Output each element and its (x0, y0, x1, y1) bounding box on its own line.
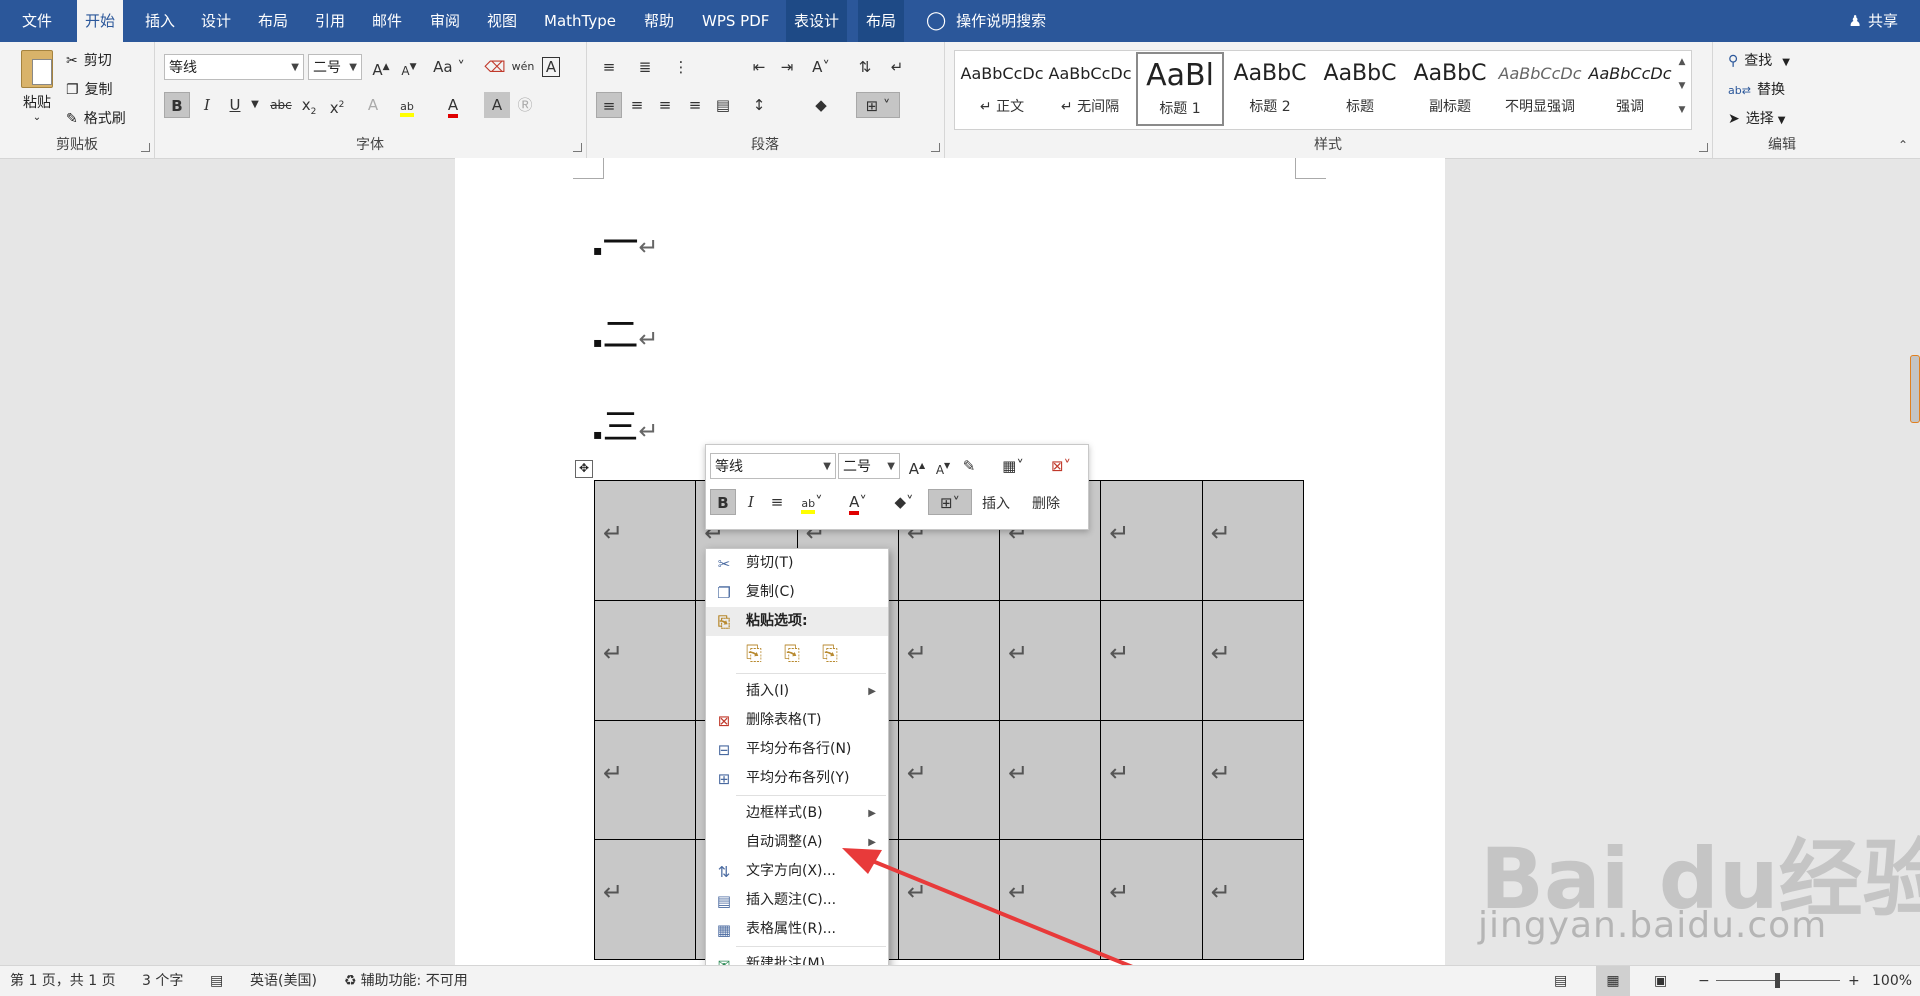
page-count[interactable]: 第 1 页，共 1 页 (10, 966, 116, 996)
language[interactable]: 英语(美国) (250, 966, 317, 996)
web-layout-icon[interactable]: ▣ (1654, 966, 1667, 996)
word-count[interactable]: 3 个字 (142, 966, 183, 996)
zoom-out-icon[interactable]: − (1698, 966, 1710, 996)
accessibility-status[interactable]: ♻ 辅助功能: 不可用 (344, 966, 468, 996)
status-bar: 第 1 页，共 1 页 3 个字 ▤ 英语(美国) ♻ 辅助功能: 不可用 ▤ ▦… (0, 965, 1920, 996)
arrow-shaft (869, 858, 1136, 970)
print-layout-icon[interactable]: ▦ (1596, 966, 1630, 996)
accessibility-icon: ♻ (344, 973, 357, 989)
read-mode-icon[interactable]: ▤ (1554, 966, 1567, 996)
proofing-icon[interactable]: ▤ (210, 966, 223, 996)
zoom-slider-thumb[interactable] (1775, 973, 1780, 988)
watermark-url: jingyan.baidu.com (1478, 905, 1828, 946)
vertical-scrollbar-thumb[interactable] (1910, 355, 1920, 423)
accessibility-label: 辅助功能: 不可用 (360, 973, 468, 989)
zoom-in-icon[interactable]: + (1848, 966, 1860, 996)
zoom-level[interactable]: 100% (1872, 966, 1912, 996)
